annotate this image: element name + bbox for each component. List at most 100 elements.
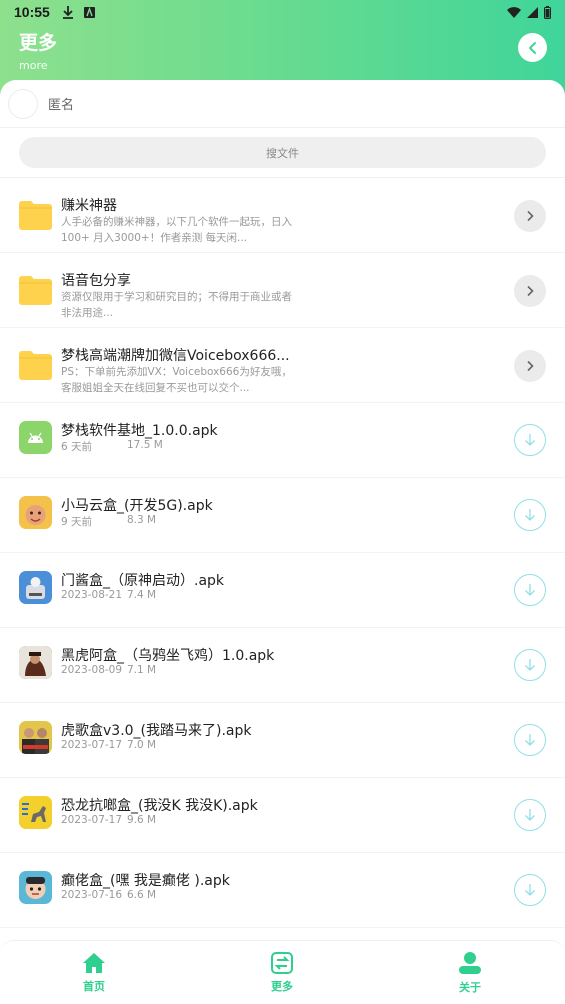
chevron-left-icon <box>528 41 536 54</box>
page-subtitle: more <box>19 59 48 72</box>
open-folder-button[interactable] <box>514 350 546 382</box>
file-title: 小马云盒_(开发5G).apk <box>61 498 213 514</box>
signal-icon <box>527 6 538 18</box>
file-size: 7.1 M <box>127 664 157 676</box>
file-date: 2023-07-17 <box>61 814 123 826</box>
nav-about-label: 关于 <box>459 980 481 994</box>
file-meta: 9 天前 8.3 M <box>61 514 156 529</box>
notification-a-icon <box>83 6 95 18</box>
file-title: 黑虎阿盒_（乌鸦坐飞鸡）1.0.apk <box>61 648 275 664</box>
title-area: 更多 more <box>19 28 57 72</box>
download-icon <box>525 509 535 521</box>
file-item[interactable]: 恐龙抗啷盒_(我没K 我没K).apk 2023-07-17 9.6 M <box>0 778 565 853</box>
folder-icon <box>19 276 52 305</box>
download-button[interactable] <box>514 874 546 906</box>
wifi-icon <box>507 6 521 18</box>
folder-title: 梦栈高端潮牌加微信Voicebox666... <box>61 348 290 364</box>
file-item[interactable]: 虎歌盒v3.0_(我踏马来了).apk 2023-07-17 7.0 M <box>0 703 565 778</box>
folder-title: 语音包分享 <box>61 273 131 289</box>
download-button[interactable] <box>514 499 546 531</box>
tiger-icon <box>19 646 52 679</box>
file-size: 7.0 M <box>127 739 157 751</box>
download-button[interactable] <box>514 724 546 756</box>
folder-icon <box>19 201 52 230</box>
nav-about[interactable]: 关于 <box>376 941 564 1004</box>
file-title: 恐龙抗啷盒_(我没K 我没K).apk <box>61 798 258 814</box>
folder-item[interactable]: 梦栈高端潮牌加微信Voicebox666... PS：下单前先添加VX：Voic… <box>0 328 565 403</box>
people-icon <box>19 721 52 754</box>
file-title: 虎歌盒v3.0_(我踏马来了).apk <box>61 723 252 739</box>
download-button[interactable] <box>514 799 546 831</box>
file-meta: 2023-08-21 7.4 M <box>61 589 156 601</box>
user-icon <box>459 951 481 974</box>
file-title: 门酱盒_（原神启动）.apk <box>61 573 225 589</box>
file-date: 9 天前 <box>61 516 93 528</box>
file-meta: 2023-07-16 6.6 M <box>61 889 156 901</box>
file-meta: 2023-07-17 7.0 M <box>61 739 156 751</box>
download-icon <box>525 734 535 746</box>
dinosaur-icon <box>19 796 52 829</box>
back-button[interactable] <box>518 33 547 62</box>
file-item[interactable]: 癫佬盒_(嘿 我是癫佬 ).apk 2023-07-16 6.6 M <box>0 853 565 928</box>
baby-face-icon <box>19 496 52 529</box>
file-size: 8.3 M <box>127 514 157 526</box>
file-meta: 2023-08-09 7.1 M <box>61 664 156 676</box>
file-list: 赚米神器 人手必备的赚米神器，以下几个软件一起玩，日入100+ 月入3000+！… <box>0 178 565 928</box>
file-title: 梦栈软件基地_1.0.0.apk <box>61 423 218 439</box>
android-icon <box>19 421 52 454</box>
file-title: 癫佬盒_(嘿 我是癫佬 ).apk <box>61 873 230 889</box>
folder-description: 资源仅限用于学习和研究目的；不得用于商业或者非法用途... <box>61 291 292 319</box>
folder-icon <box>19 351 52 380</box>
download-icon <box>525 434 535 446</box>
download-icon <box>525 584 535 596</box>
folder-description: PS：下单前先添加VX：Voicebox666为好友哦，客服姐姐全天在线回复不买… <box>61 366 292 394</box>
download-icon <box>525 659 535 671</box>
file-date: 2023-07-16 <box>61 889 123 901</box>
chevron-right-icon <box>527 285 534 297</box>
file-size: 7.4 M <box>127 589 157 601</box>
file-size: 6.6 M <box>127 889 157 901</box>
content-card: 匿名 搜文件 赚米神器 人手必备的赚米神器，以下几个软件一起玩，日入100+ 月… <box>0 80 565 940</box>
folder-title: 赚米神器 <box>61 198 117 214</box>
download-button[interactable] <box>514 574 546 606</box>
nav-home[interactable]: 首页 <box>0 941 188 1004</box>
file-item[interactable]: 黑虎阿盒_（乌鸦坐飞鸡）1.0.apk 2023-08-09 7.1 M <box>0 628 565 703</box>
file-meta: 2023-07-17 9.6 M <box>61 814 156 826</box>
file-item[interactable]: 小马云盒_(开发5G).apk 9 天前 8.3 M <box>0 478 565 553</box>
home-icon <box>83 952 105 973</box>
game-character-icon <box>19 571 52 604</box>
funny-face-icon <box>19 871 52 904</box>
download-icon <box>525 809 535 821</box>
user-row[interactable]: 匿名 <box>0 80 565 128</box>
nav-more-label: 更多 <box>271 979 293 993</box>
folder-item[interactable]: 语音包分享 资源仅限用于学习和研究目的；不得用于商业或者非法用途... <box>0 253 565 328</box>
folder-item[interactable]: 赚米神器 人手必备的赚米神器，以下几个软件一起玩，日入100+ 月入3000+！… <box>0 178 565 253</box>
file-date: 2023-08-21 <box>61 589 123 601</box>
user-name: 匿名 <box>48 98 75 113</box>
download-status-icon <box>62 5 73 19</box>
bottom-nav: 首页 更多 关于 <box>0 940 565 1004</box>
chevron-right-icon <box>527 210 534 222</box>
avatar <box>8 88 38 119</box>
file-date: 2023-08-09 <box>61 664 123 676</box>
chevron-right-icon <box>527 360 534 372</box>
status-bar: 10:55 <box>0 0 565 24</box>
open-folder-button[interactable] <box>514 275 546 307</box>
open-folder-button[interactable] <box>514 200 546 232</box>
nav-home-label: 首页 <box>83 979 105 993</box>
search-bar-container: 搜文件 <box>0 128 565 178</box>
file-date: 2023-07-17 <box>61 739 123 751</box>
page-title: 更多 <box>19 32 58 54</box>
search-placeholder: 搜文件 <box>266 146 299 160</box>
search-input[interactable]: 搜文件 <box>19 137 546 168</box>
download-button[interactable] <box>514 649 546 681</box>
file-item[interactable]: 梦栈软件基地_1.0.0.apk 6 天前 17.5 M <box>0 403 565 478</box>
file-size: 17.5 M <box>127 439 163 451</box>
download-button[interactable] <box>514 424 546 456</box>
swap-icon <box>271 951 293 974</box>
nav-more[interactable]: 更多 <box>188 941 376 1004</box>
folder-description: 人手必备的赚米神器，以下几个软件一起玩，日入100+ 月入3000+！作者亲测 … <box>61 216 292 244</box>
file-meta: 6 天前 17.5 M <box>61 439 163 454</box>
file-item[interactable]: 门酱盒_（原神启动）.apk 2023-08-21 7.4 M <box>0 553 565 628</box>
download-icon <box>525 884 535 896</box>
